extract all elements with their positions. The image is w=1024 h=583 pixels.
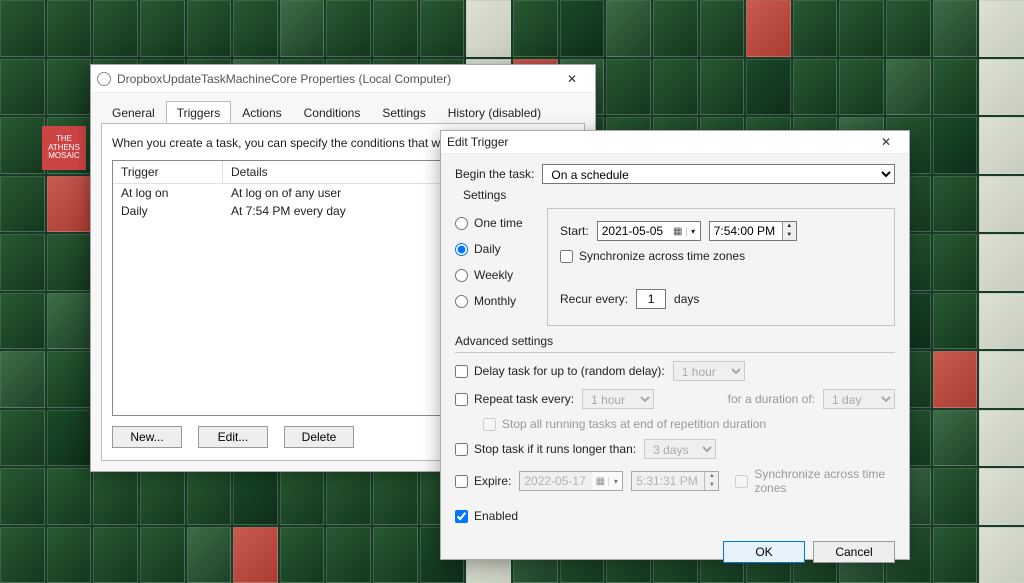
edit-button[interactable]: Edit...: [198, 426, 268, 448]
begin-task-label: Begin the task:: [455, 167, 534, 181]
ok-button[interactable]: OK: [723, 541, 805, 563]
spin-down-icon: ▼: [705, 481, 718, 490]
tab-history[interactable]: History (disabled): [437, 101, 552, 124]
recur-label: Recur every:: [560, 292, 628, 306]
enabled-checkbox[interactable]: Enabled: [455, 509, 518, 523]
column-trigger[interactable]: Trigger: [113, 161, 223, 184]
delete-button[interactable]: Delete: [284, 426, 354, 448]
recur-unit: days: [674, 292, 699, 306]
titlebar[interactable]: Edit Trigger ✕: [441, 131, 909, 154]
titlebar[interactable]: DropboxUpdateTaskMachineCore Properties …: [91, 65, 595, 93]
tab-conditions[interactable]: Conditions: [293, 101, 372, 124]
repeat-checkbox[interactable]: Repeat task every:: [455, 392, 574, 406]
stop-if-select: 3 days: [644, 439, 716, 459]
repeat-value-select: 1 hour: [582, 389, 654, 409]
recur-value-input[interactable]: [636, 289, 666, 309]
spin-up-icon: ▲: [705, 472, 718, 481]
cancel-button[interactable]: Cancel: [813, 541, 895, 563]
expire-checkbox[interactable]: Expire:: [455, 474, 511, 488]
close-icon[interactable]: ✕: [869, 131, 903, 153]
calendar-icon: ▦: [592, 476, 608, 487]
start-date-input[interactable]: ▦ ▾: [597, 221, 701, 241]
chevron-down-icon[interactable]: ▾: [686, 227, 700, 236]
expire-date-input: ▦ ▾: [519, 471, 623, 491]
tab-general[interactable]: General: [101, 101, 166, 124]
chevron-down-icon: ▾: [608, 477, 622, 486]
radio-daily[interactable]: Daily: [455, 242, 533, 256]
tab-actions[interactable]: Actions: [231, 101, 292, 124]
settings-label: Settings: [463, 188, 895, 202]
window-title: Edit Trigger: [447, 135, 869, 149]
cell-trigger: Daily: [113, 202, 223, 220]
tab-settings[interactable]: Settings: [371, 101, 436, 124]
expire-sync-checkbox: Synchronize across time zones: [735, 467, 895, 495]
begin-task-select[interactable]: On a schedule: [542, 164, 895, 184]
stop-all-checkbox: Stop all running tasks at end of repetit…: [483, 417, 766, 431]
edit-trigger-window: Edit Trigger ✕ Begin the task: On a sche…: [440, 130, 910, 560]
calendar-icon: ▦: [670, 226, 686, 237]
close-icon[interactable]: ✕: [555, 68, 589, 90]
repeat-for-label: for a duration of:: [728, 392, 815, 406]
schedule-radio-group: One time Daily Weekly Monthly: [455, 208, 537, 326]
start-time-input[interactable]: ▲▼: [709, 221, 797, 241]
new-button[interactable]: New...: [112, 426, 182, 448]
cell-trigger: At log on: [113, 184, 223, 202]
start-label: Start:: [560, 224, 589, 238]
tab-triggers[interactable]: Triggers: [166, 101, 232, 124]
sync-tz-checkbox[interactable]: Synchronize across time zones: [560, 249, 745, 263]
desktop-badge: THE ATHENS MOSAIC: [42, 126, 86, 170]
stop-if-checkbox[interactable]: Stop task if it runs longer than:: [455, 442, 636, 456]
spin-up-icon[interactable]: ▲: [783, 222, 796, 231]
repeat-for-select: 1 day: [823, 389, 895, 409]
radio-weekly[interactable]: Weekly: [455, 268, 533, 282]
radio-one-time[interactable]: One time: [455, 216, 533, 230]
window-title: DropboxUpdateTaskMachineCore Properties …: [117, 72, 555, 86]
app-icon: [97, 72, 111, 86]
advanced-settings-label: Advanced settings: [455, 334, 895, 348]
delay-value-select: 1 hour: [673, 361, 745, 381]
radio-monthly[interactable]: Monthly: [455, 294, 533, 308]
expire-time-input: ▲▼: [631, 471, 719, 491]
delay-checkbox[interactable]: Delay task for up to (random delay):: [455, 364, 665, 378]
tabs-row: General Triggers Actions Conditions Sett…: [101, 101, 585, 124]
spin-down-icon[interactable]: ▼: [783, 231, 796, 240]
